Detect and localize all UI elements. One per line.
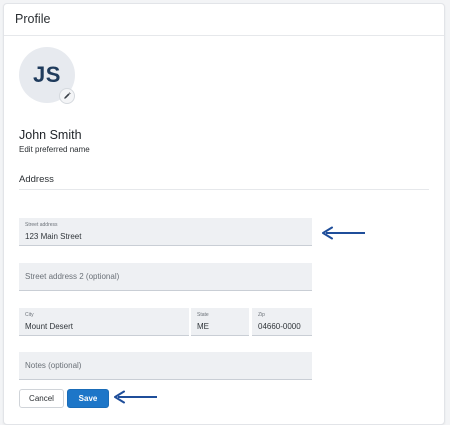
state-value: ME — [197, 322, 209, 331]
avatar-initials: JS — [33, 62, 61, 87]
city-field[interactable]: City Mount Desert — [19, 308, 189, 336]
state-label: State — [197, 312, 209, 318]
edit-preferred-name-link[interactable]: Edit preferred name — [19, 145, 90, 154]
city-label: City — [25, 312, 34, 318]
zip-label: Zip — [258, 312, 265, 318]
edit-avatar-button[interactable] — [59, 88, 75, 104]
street-address-value: 123 Main Street — [25, 232, 82, 241]
street-address-field[interactable]: Street address 123 Main Street — [19, 218, 312, 246]
state-field[interactable]: State ME — [191, 308, 249, 336]
page-title: Profile — [15, 12, 51, 26]
notes-placeholder: Notes (optional) — [25, 361, 82, 370]
cancel-button[interactable]: Cancel — [19, 389, 64, 408]
city-value: Mount Desert — [25, 322, 74, 331]
profile-name: John Smith — [19, 128, 82, 142]
zip-value: 04660-0000 — [258, 322, 301, 331]
arrow-left-icon — [322, 226, 365, 240]
address-section-title: Address — [19, 174, 54, 185]
arrow-left-icon — [114, 390, 157, 404]
divider — [19, 189, 429, 190]
profile-card: Profile JS John Smith Edit preferred nam… — [3, 3, 445, 425]
street-address-2-field[interactable]: Street address 2 (optional) — [19, 263, 312, 291]
street-address-2-placeholder: Street address 2 (optional) — [25, 272, 120, 281]
street-address-label: Street address — [25, 222, 58, 228]
card-header: Profile — [4, 4, 444, 36]
zip-field[interactable]: Zip 04660-0000 — [252, 308, 312, 336]
notes-field[interactable]: Notes (optional) — [19, 352, 312, 380]
save-button[interactable]: Save — [67, 389, 109, 408]
pencil-icon — [64, 92, 71, 99]
